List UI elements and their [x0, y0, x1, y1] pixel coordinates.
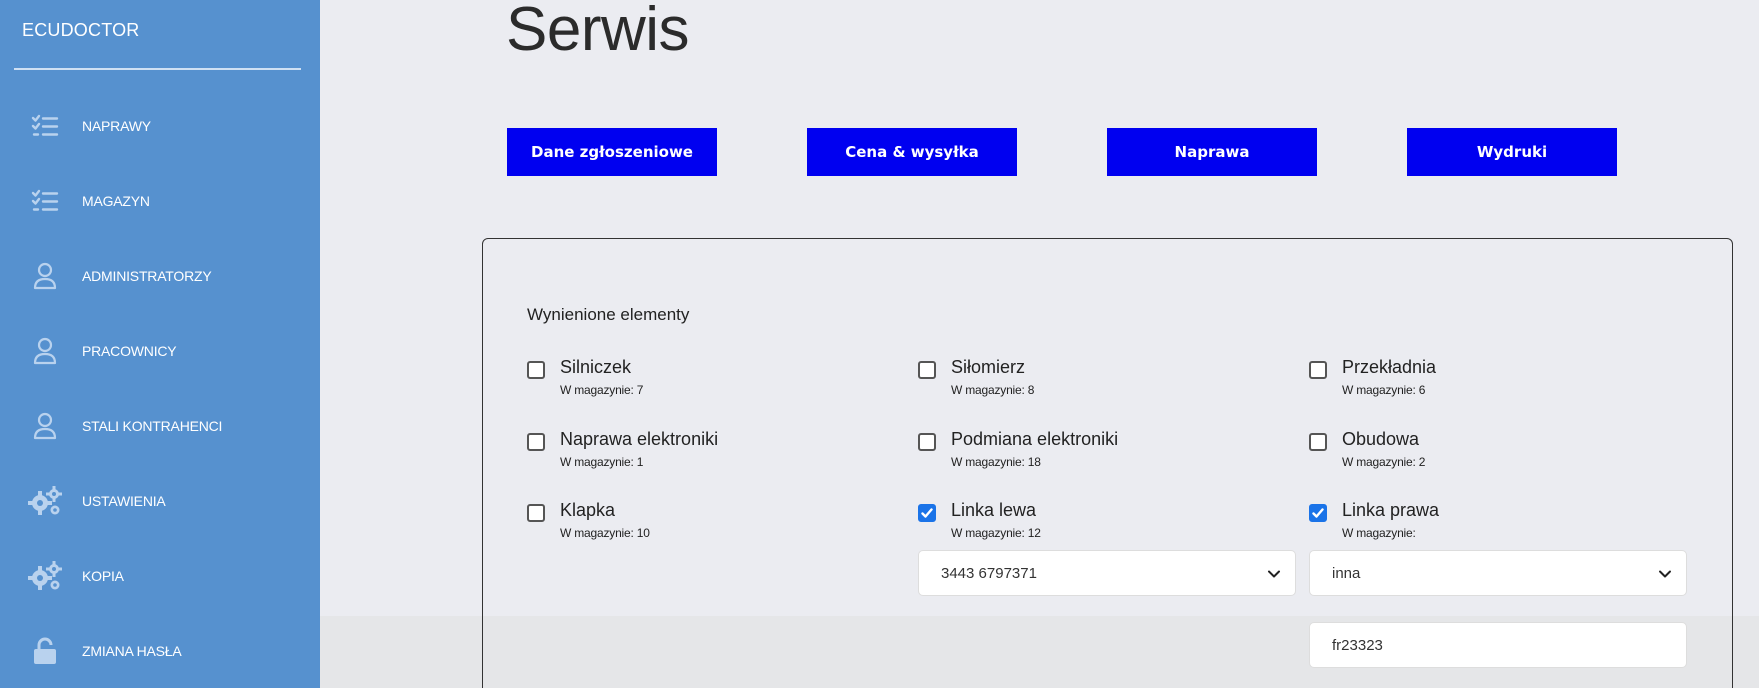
brand-logo[interactable]: ECUDOCTOR	[22, 20, 139, 41]
item-name: Linka lewa	[951, 500, 1037, 520]
list-item: Siłomierz W magazynie: 8	[918, 355, 1034, 397]
sidebar-item-magazyn[interactable]: MAGAZYN	[0, 163, 320, 238]
chevron-down-icon	[1659, 570, 1671, 578]
sidebar-item-label: KOPIA	[82, 567, 124, 584]
item-stock: W magazynie: 10	[560, 526, 650, 540]
gears-icon	[28, 484, 62, 518]
tab-wydruki[interactable]: Wydruki	[1407, 128, 1617, 176]
sidebar-item-label: USTAWIENIA	[82, 492, 166, 509]
list-item: Naprawa elektroniki W magazynie: 1	[527, 427, 718, 469]
sidebar-item-label: MAGAZYN	[82, 192, 150, 209]
checkbox-klapka[interactable]	[527, 504, 545, 522]
sidebar-item-stali-kontrahenci[interactable]: STALI KONTRAHENCI	[0, 388, 320, 463]
linka-prawa-select[interactable]: inna	[1309, 550, 1687, 596]
sidebar-item-label: PRACOWNICY	[82, 342, 177, 359]
unlock-icon	[28, 634, 62, 668]
item-stock: W magazynie: 8	[951, 383, 1035, 397]
item-name: Klapka	[560, 500, 616, 520]
sidebar-item-label: ADMINISTRATORZY	[82, 267, 212, 284]
sidebar-item-ustawienia[interactable]: USTAWIENIA	[0, 463, 320, 538]
panel-title: Wynienione elementy	[527, 305, 690, 324]
checkmark-icon	[1312, 508, 1324, 518]
checkbox-przekladnia[interactable]	[1309, 361, 1327, 379]
checklist-icon	[28, 109, 62, 143]
gears-icon	[28, 559, 62, 593]
page-title: Serwis	[506, 0, 690, 64]
sidebar-item-label: NAPRAWY	[82, 117, 151, 134]
sidebar-item-label: ZMIANA HASŁA	[82, 642, 182, 659]
select-value: inna	[1332, 564, 1361, 582]
list-item: Klapka W magazynie: 10	[527, 498, 650, 540]
item-stock: W magazynie: 6	[1342, 383, 1426, 397]
list-item: Obudowa W magazynie: 2	[1309, 427, 1425, 469]
tab-cena-wysylka[interactable]: Cena & wysyłka	[807, 128, 1017, 176]
checkbox-naprawa-elektroniki[interactable]	[527, 433, 545, 451]
checkmark-icon	[921, 508, 933, 518]
list-item: Linka lewa W magazynie: 12	[918, 498, 1041, 540]
sidebar: ECUDOCTOR NAPRAWY MAGAZYN ADMINISTRATORZ…	[0, 0, 320, 688]
linka-prawa-custom-input[interactable]	[1309, 622, 1687, 668]
tab-naprawa[interactable]: Naprawa	[1107, 128, 1317, 176]
checkbox-linka-prawa[interactable]	[1309, 504, 1327, 522]
item-name: Silniczek	[560, 357, 632, 377]
list-item: Silniczek W magazynie: 7	[527, 355, 643, 397]
user-icon	[28, 334, 62, 368]
checkbox-silomierz[interactable]	[918, 361, 936, 379]
item-name: Przekładnia	[1342, 357, 1437, 377]
chevron-down-icon	[1268, 570, 1280, 578]
checkbox-podmiana-elektroniki[interactable]	[918, 433, 936, 451]
item-name: Obudowa	[1342, 429, 1420, 449]
checkbox-silniczek[interactable]	[527, 361, 545, 379]
checkbox-obudowa[interactable]	[1309, 433, 1327, 451]
checkbox-linka-lewa[interactable]	[918, 504, 936, 522]
list-item: Linka prawa W magazynie:	[1309, 498, 1439, 540]
item-name: Linka prawa	[1342, 500, 1440, 520]
item-stock: W magazynie: 1	[560, 455, 644, 469]
item-stock: W magazynie: 12	[951, 526, 1041, 540]
linka-lewa-select[interactable]: 3443 6797371	[918, 550, 1296, 596]
item-stock: W magazynie:	[1342, 526, 1416, 540]
item-stock: W magazynie: 18	[951, 455, 1041, 469]
replaced-elements-panel: Wynienione elementy Silniczek W magazyni…	[482, 238, 1733, 688]
user-icon	[28, 259, 62, 293]
item-stock: W magazynie: 7	[560, 383, 644, 397]
sidebar-item-kopia[interactable]: KOPIA	[0, 538, 320, 613]
item-name: Naprawa elektroniki	[560, 429, 719, 449]
sidebar-item-naprawy[interactable]: NAPRAWY	[0, 88, 320, 163]
item-name: Siłomierz	[951, 357, 1026, 377]
sidebar-item-label: STALI KONTRAHENCI	[82, 417, 223, 434]
sidebar-item-pracownicy[interactable]: PRACOWNICY	[0, 313, 320, 388]
user-icon	[28, 409, 62, 443]
sidebar-item-zmiana-hasla[interactable]: ZMIANA HASŁA	[0, 613, 320, 688]
item-stock: W magazynie: 2	[1342, 455, 1426, 469]
checklist-icon	[28, 184, 62, 218]
sidebar-item-administratorzy[interactable]: ADMINISTRATORZY	[0, 238, 320, 313]
list-item: Podmiana elektroniki W magazynie: 18	[918, 427, 1118, 469]
list-item: Przekładnia W magazynie: 6	[1309, 355, 1436, 397]
sidebar-divider	[14, 68, 301, 70]
sidebar-nav: NAPRAWY MAGAZYN ADMINISTRATORZY PRACOWNI…	[0, 88, 320, 688]
tab-dane-zgloszeniowe[interactable]: Dane zgłoszeniowe	[507, 128, 717, 176]
select-value: 3443 6797371	[941, 564, 1037, 582]
item-name: Podmiana elektroniki	[951, 429, 1119, 449]
